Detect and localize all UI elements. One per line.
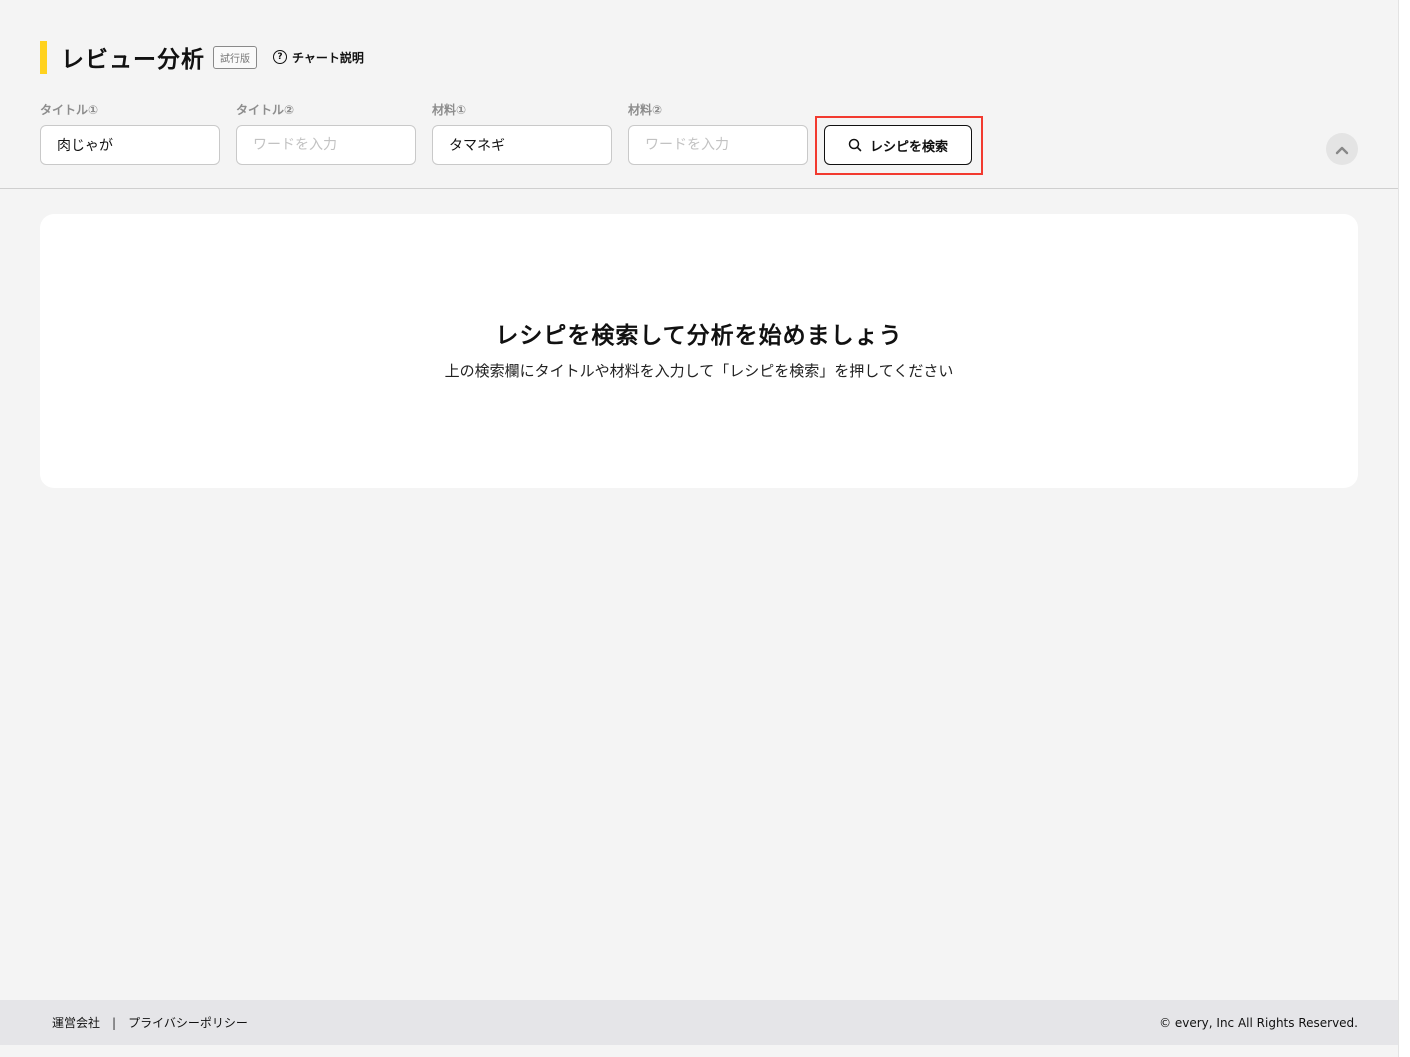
title1-field: タイトル① <box>40 102 220 165</box>
title-row: レビュー分析 試行版 ? チャート説明 <box>40 40 364 74</box>
chart-help-link[interactable]: ? チャート説明 <box>273 49 364 66</box>
search-recipe-button[interactable]: レシピを検索 <box>824 125 972 165</box>
ingredient2-input[interactable] <box>628 125 808 165</box>
title-accent-bar <box>40 40 47 74</box>
title2-input[interactable] <box>236 125 416 165</box>
copyright: © every, Inc All Rights Reserved. <box>1159 1015 1358 1030</box>
ingredient2-field: 材料② <box>628 102 808 165</box>
title1-label: タイトル① <box>40 103 99 117</box>
empty-state-card: レシピを検索して分析を始めましょう 上の検索欄にタイトルや材料を入力して「レシピ… <box>40 214 1358 488</box>
page-scrollbar[interactable] <box>1398 0 1410 1057</box>
title2-label: タイトル② <box>236 103 295 117</box>
footer-separator: | <box>112 1015 117 1030</box>
ingredient1-field: 材料① <box>432 102 612 165</box>
ingredient2-label: 材料② <box>628 103 663 117</box>
title1-input[interactable] <box>40 125 220 165</box>
page-footer: 運営会社 | プライバシーポリシー © every, Inc All Right… <box>0 1000 1398 1045</box>
trial-badge: 試行版 <box>213 45 257 69</box>
question-circle-icon: ? <box>273 50 287 64</box>
search-button-label: レシピを検索 <box>869 139 948 155</box>
ingredient1-input[interactable] <box>432 125 612 165</box>
footer-link-company[interactable]: 運営会社 <box>52 1014 100 1031</box>
empty-state-description: 上の検索欄にタイトルや材料を入力して「レシピを検索」を押してください <box>444 362 954 380</box>
ingredient1-label: 材料① <box>432 103 467 117</box>
page-title: レビュー分析 <box>61 47 205 73</box>
chart-help-label: チャート説明 <box>292 50 364 65</box>
footer-link-privacy[interactable]: プライバシーポリシー <box>128 1014 248 1031</box>
title2-field: タイトル② <box>236 102 416 165</box>
collapse-search-button[interactable] <box>1326 133 1358 165</box>
footer-links: 運営会社 | プライバシーポリシー <box>52 1014 248 1031</box>
empty-state-title: レシピを検索して分析を始めましょう <box>495 323 903 349</box>
page-header: レビュー分析 試行版 ? チャート説明 タイトル① タイトル② 材料① 材料② … <box>0 0 1398 189</box>
search-icon <box>848 138 862 152</box>
chevron-up-icon <box>1335 140 1349 159</box>
